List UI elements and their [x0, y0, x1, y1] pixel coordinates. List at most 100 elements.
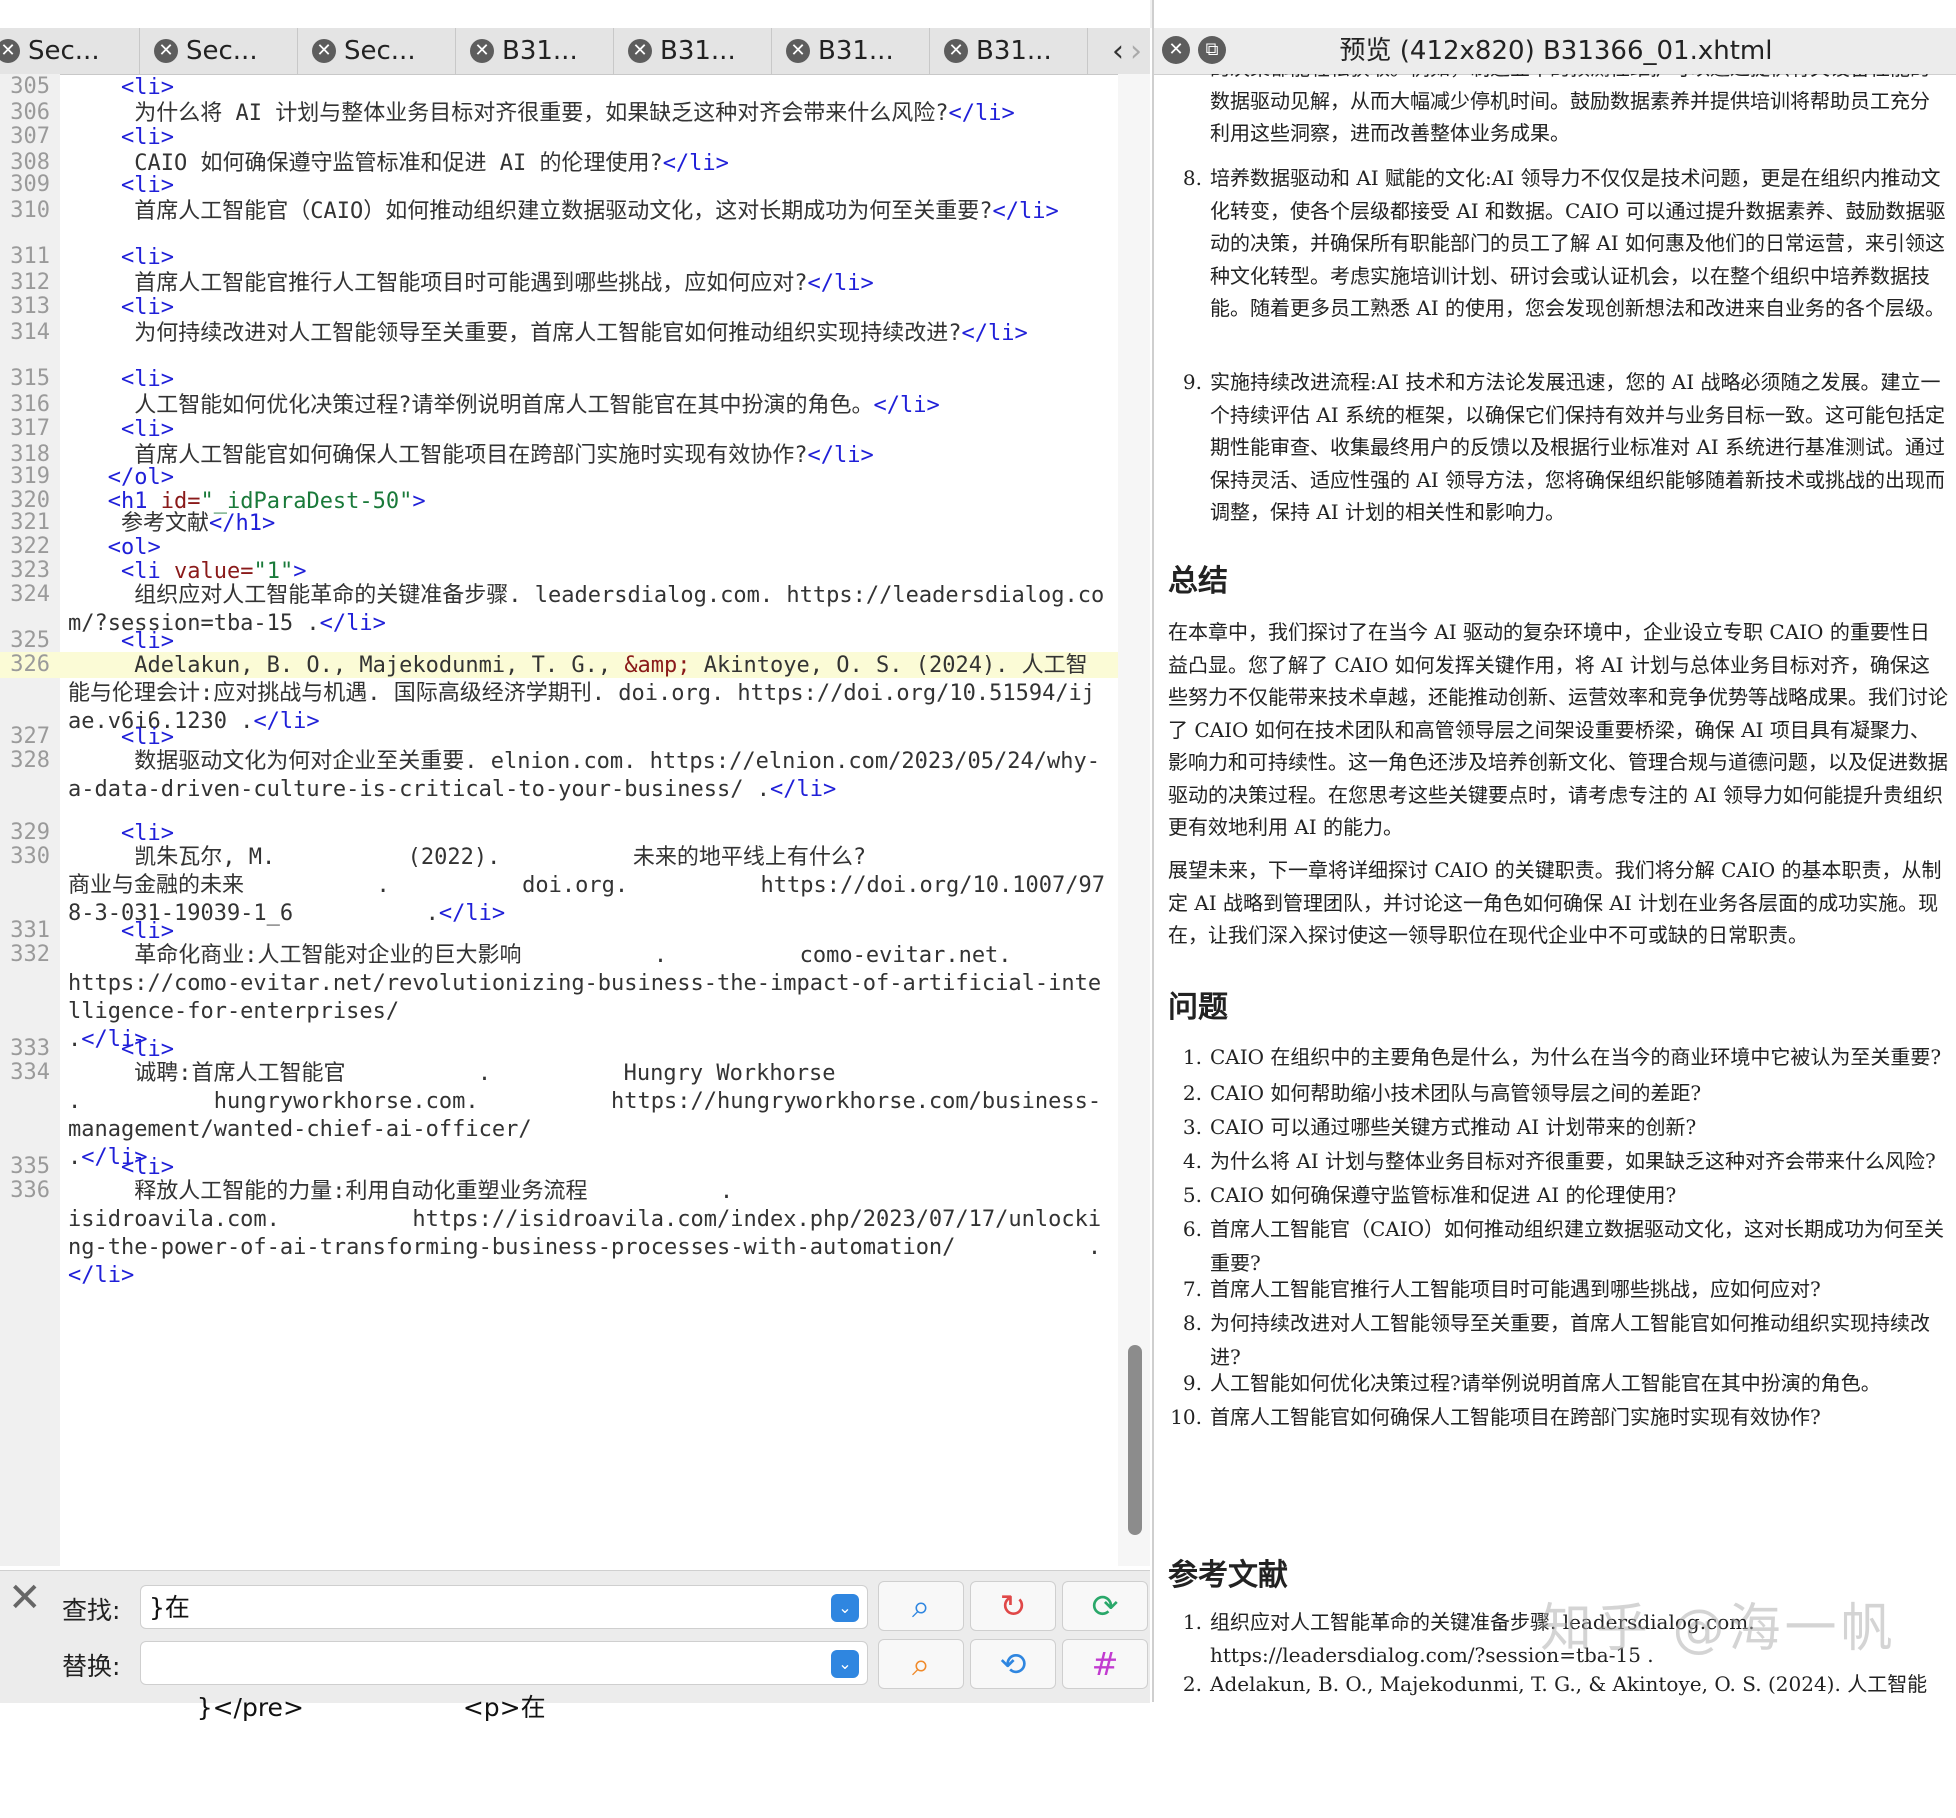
question-text: 为何持续改进对人工智能领导至关重要，首席人工智能官如何推动组织实现持续改进? — [1210, 1311, 1930, 1369]
close-tab-icon[interactable]: ✕ — [312, 39, 336, 63]
line-number: 325 — [10, 628, 50, 653]
replace-all-button[interactable]: ⟳ — [1062, 1581, 1148, 1631]
list-item-number: 9. — [1182, 370, 1202, 394]
list-item-text: 培养数据驱动和 AI 赋能的文化:AI 领导力不仅仅是技术问题，更是在组织内推动… — [1210, 166, 1946, 320]
markup-token: </li> — [948, 101, 1015, 126]
replace-input-value: }</pre> <p>在 — [196, 1693, 546, 1722]
close-tab-icon[interactable]: ✕ — [944, 39, 968, 63]
editor-scrollbar-thumb[interactable] — [1128, 1345, 1142, 1535]
markup-token: <li — [120, 559, 174, 584]
close-tab-icon[interactable]: ✕ — [786, 39, 810, 63]
line-number: 333 — [10, 1036, 50, 1061]
question-text: CAIO 在组织中的主要角色是什么，为什么在当今的商业环境中它被认为至关重要? — [1210, 1045, 1942, 1069]
tab-scroll-right-icon[interactable]: › — [1130, 34, 1142, 69]
file-tab[interactable]: ✕ Sec... — [298, 28, 456, 74]
line-number: 312 — [10, 270, 50, 295]
preview-title: 预览 (412x820) B31366_01.xhtml — [1339, 36, 1773, 66]
file-tab[interactable]: ✕ B31... — [772, 28, 930, 74]
regex-mode-button[interactable]: # — [1062, 1639, 1148, 1689]
code-line[interactable]: 326 Adelakun, B. O., Majekodunmi, T. G.,… — [0, 652, 1118, 734]
markup-token: </li> — [873, 393, 940, 418]
line-number: 335 — [10, 1154, 50, 1179]
markup-token: <li> — [120, 1155, 174, 1180]
close-preview-icon[interactable]: ✕ — [1162, 36, 1190, 64]
close-tab-icon[interactable]: ✕ — [154, 39, 178, 63]
file-tab[interactable]: ✕ B31... — [930, 28, 1088, 74]
question-number: 5. — [1182, 1183, 1202, 1207]
replace-button[interactable]: ↻ — [970, 1581, 1056, 1631]
line-number: 322 — [10, 534, 50, 559]
find-input[interactable]: }在 ⌄ — [140, 1585, 868, 1629]
count-icon: ⟲ — [999, 1645, 1027, 1683]
tab-scroll-left-icon[interactable]: ‹ — [1112, 34, 1124, 69]
markup-token: </h1> — [209, 511, 276, 536]
replace-input[interactable]: }</pre> <p>在 ⌄ — [140, 1641, 868, 1722]
markup-token: </li> — [992, 199, 1059, 224]
markup-token: <li> — [120, 629, 174, 654]
reference-text: Adelakun, B. O., Majekodunmi, T. G., & A… — [1210, 1672, 1928, 1696]
code-view[interactable]: 305 <li> 306 为什么将 AI 计划与整体业务目标对齐很重要，如果缺乏这… — [0, 74, 1118, 1566]
find-history-dropdown-icon[interactable]: ⌄ — [831, 1594, 859, 1622]
line-number: 317 — [10, 416, 50, 441]
code-text: <li> — [68, 294, 1108, 322]
line-number: 330 — [10, 844, 50, 869]
editor-scrollbar[interactable] — [1118, 74, 1150, 1566]
preview-partial-paragraph: 的决策都能轻松获取。例如，制造业中的预测性维护可以通过提供有关设备性能的数据驱动… — [1210, 74, 1930, 145]
question-text: CAIO 如何确保遵守监管标准和促进 AI 的伦理使用? — [1210, 1183, 1677, 1207]
markup-token: <ol> — [107, 535, 161, 560]
markup-token: <li> — [120, 125, 174, 150]
count-button[interactable]: ⟲ — [970, 1639, 1056, 1689]
file-tab[interactable]: ✕ Sec... — [0, 28, 140, 74]
question-number: 4. — [1182, 1149, 1202, 1173]
close-tab-icon[interactable]: ✕ — [628, 39, 652, 63]
restore-preview-icon[interactable]: ⧉ — [1198, 36, 1226, 64]
file-tab[interactable]: ✕ B31... — [614, 28, 772, 74]
question-number: 6. — [1182, 1217, 1202, 1241]
hash-icon: # — [1091, 1645, 1119, 1683]
replace-and-find-button[interactable]: ⌕ — [878, 1639, 964, 1689]
question-number: 2. — [1182, 1081, 1202, 1105]
text-token: 凯朱瓦尔, M. (2022). 未来的地平线上有什么? 商业与金融的未来 . … — [68, 845, 1105, 926]
markup-token: </li> — [770, 777, 837, 802]
line-number: 310 — [10, 198, 50, 223]
markup-token: <li> — [120, 1037, 174, 1062]
preview-content[interactable]: 的决策都能轻松获取。例如，制造业中的预测性维护可以通过提供有关设备性能的数据驱动… — [1154, 74, 1956, 1702]
markup-token: <li> — [120, 75, 174, 100]
line-number: 324 — [10, 582, 50, 607]
code-text: 数据驱动文化为何对企业至关重要. elnion.com. https://eln… — [68, 748, 1108, 804]
summary-heading: 总结 — [1168, 564, 1228, 599]
question-number: 9. — [1182, 1371, 1202, 1395]
reference-number: 2. — [1182, 1672, 1202, 1696]
line-number: 307 — [10, 124, 50, 149]
code-text: <li> — [68, 244, 1108, 272]
markup-token: &amp; — [624, 653, 691, 678]
line-number: 314 — [10, 320, 50, 345]
question-number: 10. — [1170, 1405, 1202, 1429]
line-number: 327 — [10, 724, 50, 749]
close-find-icon[interactable]: ✕ — [8, 1575, 42, 1621]
preview-pane: 预览 (412x820) B31366_01.xhtml ✕ ⧉ 的决策都能轻松… — [1152, 0, 1956, 1702]
question-text: CAIO 可以通过哪些关键方式推动 AI 计划带来的创新? — [1210, 1115, 1697, 1139]
close-tab-icon[interactable]: ✕ — [470, 39, 494, 63]
code-text: 凯朱瓦尔, M. (2022). 未来的地平线上有什么? 商业与金融的未来 . … — [68, 844, 1108, 928]
replace-history-dropdown-icon[interactable]: ⌄ — [831, 1650, 859, 1678]
line-number: 316 — [10, 392, 50, 417]
replace-icon: ↻ — [999, 1587, 1027, 1625]
text-token: 为何持续改进对人工智能领导至关重要，首席人工智能官如何推动组织实现持续改进? — [68, 321, 962, 346]
question-text: 人工智能如何优化决策过程?请举例说明首席人工智能官在其中扮演的角色。 — [1210, 1371, 1881, 1395]
file-tab[interactable]: ✕ Sec... — [140, 28, 298, 74]
markup-token: </ol> — [107, 465, 174, 490]
find-next-button[interactable]: ⌕ — [878, 1581, 964, 1631]
line-number: 305 — [10, 74, 50, 99]
tab-label: B31... — [818, 36, 894, 66]
file-tab[interactable]: ✕ B31... — [456, 28, 614, 74]
list-item-text: 实施持续改进流程:AI 技术和方法论发展迅速，您的 AI 战略必须随之发展。建立… — [1210, 370, 1946, 524]
close-tab-icon[interactable]: ✕ — [0, 39, 20, 63]
text-token: 首席人工智能官（CAIO）如何推动组织建立数据驱动文化，这对长期成功为何至关重要… — [68, 199, 993, 224]
